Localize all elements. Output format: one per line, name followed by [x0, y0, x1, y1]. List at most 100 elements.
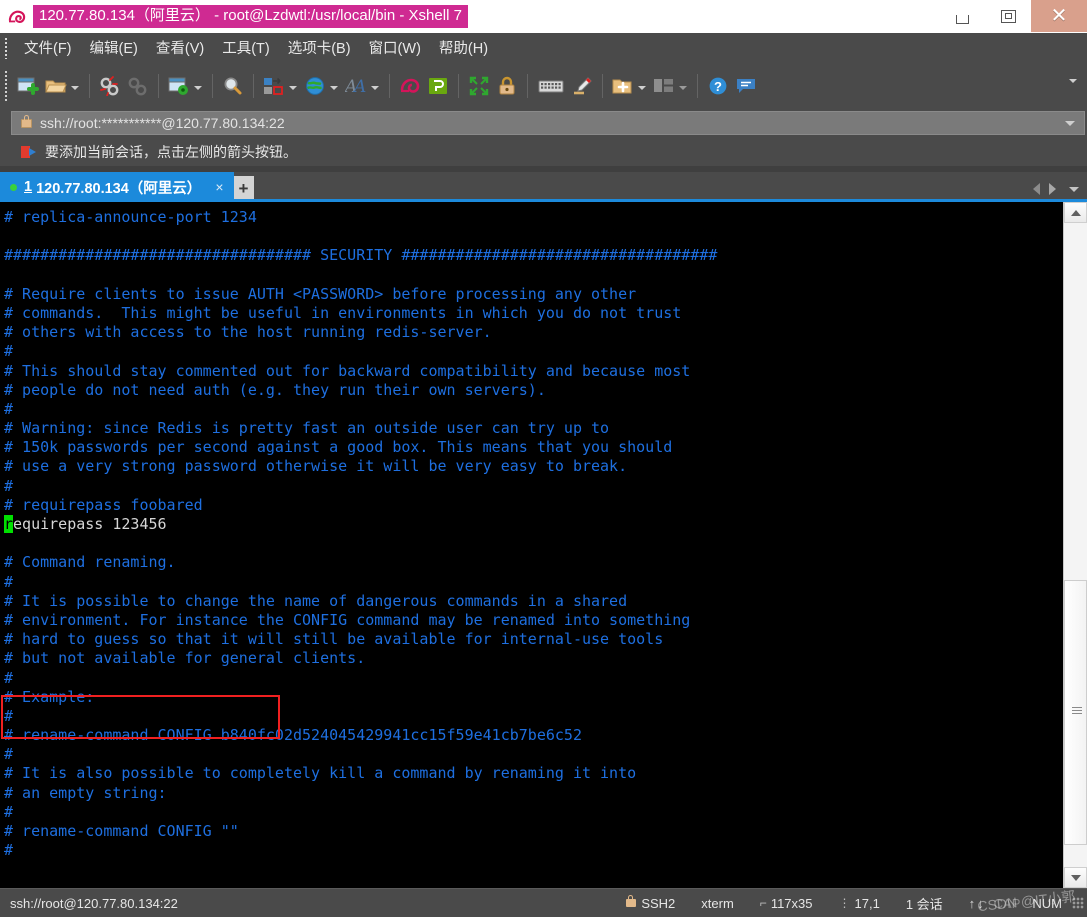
- terminal-line: # Require clients to issue AUTH <PASSWOR…: [4, 284, 637, 303]
- menu-file[interactable]: 文件(F): [15, 34, 81, 61]
- terminal-line-requirepass-active: requirepass 123456: [4, 515, 1063, 534]
- menu-window[interactable]: 窗口(W): [360, 34, 430, 61]
- toolbar: A A ?: [0, 62, 1087, 110]
- open-folder-chevron-down-icon[interactable]: [71, 85, 79, 90]
- tab-close-icon[interactable]: ×: [215, 179, 223, 195]
- new-session-button[interactable]: [14, 71, 42, 101]
- red-arrow-icon-svg: [21, 145, 36, 158]
- terminal-line: #: [4, 399, 14, 418]
- scroll-down-button[interactable]: [1064, 867, 1087, 888]
- status-transfer-arrows-icon: ↑↓: [968, 895, 986, 911]
- terminal-line: # rename-command CONFIG b840fc02d5240454…: [4, 726, 582, 745]
- transfer-layout-button[interactable]: [260, 71, 288, 101]
- toolbar-grip[interactable]: [2, 68, 11, 103]
- close-icon: ✕: [1050, 5, 1068, 27]
- keyboard-button[interactable]: [534, 71, 568, 101]
- toolbar-separator: [697, 73, 698, 98]
- scroll-thumb[interactable]: [1064, 580, 1087, 845]
- find-button[interactable]: [219, 71, 247, 101]
- menu-help[interactable]: 帮助(H): [430, 34, 497, 61]
- terminal-line: # others with access to the host running…: [4, 323, 492, 342]
- tab-session-1[interactable]: 1 120.77.80.134（阿里云） ×: [0, 172, 234, 202]
- chat-button[interactable]: [732, 71, 760, 101]
- session-properties-button[interactable]: [165, 71, 193, 101]
- font-chevron-down-icon[interactable]: [371, 85, 379, 90]
- address-input[interactable]: ssh://root:***********@120.77.80.134:22: [11, 111, 1085, 135]
- terminal-screen[interactable]: # replica-announce-port 1234 ###########…: [0, 202, 1063, 888]
- tab-list-chevron-down-icon[interactable]: [1069, 186, 1079, 192]
- scrollbar-track-upper[interactable]: [1064, 223, 1087, 580]
- toolbar-separator: [527, 73, 528, 98]
- highlight-pen-button[interactable]: [568, 71, 596, 101]
- menu-tabs[interactable]: 选项卡(B): [279, 34, 360, 61]
- add-folder-chevron-down-icon[interactable]: [638, 85, 646, 90]
- add-folder-button[interactable]: [609, 71, 637, 101]
- reconnect-icon: [128, 77, 147, 95]
- menu-view[interactable]: 查看(V): [147, 34, 213, 61]
- window-controls: ✕: [939, 0, 1087, 32]
- toolbar-overflow-chevron-down-icon[interactable]: [1069, 79, 1077, 83]
- new-tab-button[interactable]: +: [233, 176, 254, 201]
- menu-tools[interactable]: 工具(T): [213, 34, 279, 61]
- terminal-cursor: r: [4, 515, 14, 533]
- lock-button[interactable]: [493, 71, 521, 101]
- xshell-snail-icon-svg: [8, 10, 26, 23]
- terminal-line: #: [4, 745, 14, 764]
- xftp-button[interactable]: [424, 71, 452, 101]
- toolbar-separator: [158, 73, 159, 98]
- status-caret: ⋮ 17,1: [839, 896, 880, 911]
- terminal-line: # 150k passwords per second against a go…: [4, 438, 673, 457]
- help-button[interactable]: ?: [704, 71, 732, 101]
- font-button[interactable]: A A: [342, 71, 370, 101]
- toolbar-separator: [212, 73, 213, 98]
- session-properties-chevron-down-icon[interactable]: [194, 85, 202, 90]
- fullscreen-button[interactable]: [465, 71, 493, 101]
- scroll-up-button[interactable]: [1064, 202, 1087, 223]
- chat-icon: [737, 78, 755, 93]
- help-icon: ?: [709, 77, 727, 94]
- transfer-layout-icon: [264, 77, 283, 95]
- maximize-button[interactable]: [985, 0, 1031, 32]
- menu-edit[interactable]: 编辑(E): [81, 34, 147, 61]
- minimize-button[interactable]: [939, 0, 985, 32]
- tab-label: 120.77.80.134（阿里云）: [36, 180, 202, 197]
- globe-button[interactable]: [301, 71, 329, 101]
- arrange-panes-chevron-down-icon[interactable]: [679, 85, 687, 90]
- terminal-scrollbar[interactable]: [1063, 202, 1087, 888]
- status-size-label: 117x35: [770, 895, 813, 911]
- scrollbar-track-lower[interactable]: [1064, 845, 1087, 867]
- status-caret-label: 17,1: [854, 895, 880, 911]
- terminal-line: # hard to guess so that it will still be…: [4, 630, 664, 649]
- toolbar-separator: [89, 73, 90, 98]
- terminal-line: # but not available for general clients.: [4, 649, 366, 668]
- reconnect-button[interactable]: [124, 71, 152, 101]
- terminal-line: # environment. For instance the CONFIG c…: [4, 610, 691, 629]
- terminal-line: #: [4, 572, 14, 591]
- terminal-line: # Command renaming.: [4, 553, 176, 572]
- status-right-group: SSH2 xterm ⌐ 117x35 ⋮ 17,1 1 会话 ↑↓ CAP N…: [626, 894, 1087, 913]
- address-chevron-down-icon[interactable]: [1065, 120, 1075, 126]
- terminal-line: # rename-command CONFIG "": [4, 822, 239, 840]
- close-button[interactable]: ✕: [1031, 0, 1087, 32]
- xshell-button[interactable]: [396, 71, 424, 101]
- scroll-right-icon[interactable]: [1049, 183, 1056, 195]
- resize-grip-icon[interactable]: [1072, 897, 1084, 909]
- toolbar-separator: [389, 73, 390, 98]
- scroll-thumb-grip-icon: [1072, 707, 1082, 716]
- disconnect-button[interactable]: [96, 71, 124, 101]
- globe-chevron-down-icon[interactable]: [330, 85, 338, 90]
- terminal-line: #: [4, 476, 14, 495]
- cursor-position-icon: ⋮: [838, 896, 851, 910]
- terminal-line-requirepass-comment: # requirepass foobared: [4, 495, 203, 514]
- menubar-grip[interactable]: [2, 36, 11, 59]
- arrange-panes-button[interactable]: [650, 71, 678, 101]
- svg-text:?: ?: [714, 79, 722, 94]
- keyboard-icon: [538, 80, 564, 92]
- terminal-line: # It is possible to change the name of d…: [4, 591, 628, 610]
- transfer-layout-chevron-down-icon[interactable]: [289, 85, 297, 90]
- open-folder-button[interactable]: [42, 71, 70, 101]
- scroll-left-icon[interactable]: [1033, 183, 1040, 195]
- search-icon: [224, 77, 242, 94]
- red-arrow-icon: [20, 145, 38, 159]
